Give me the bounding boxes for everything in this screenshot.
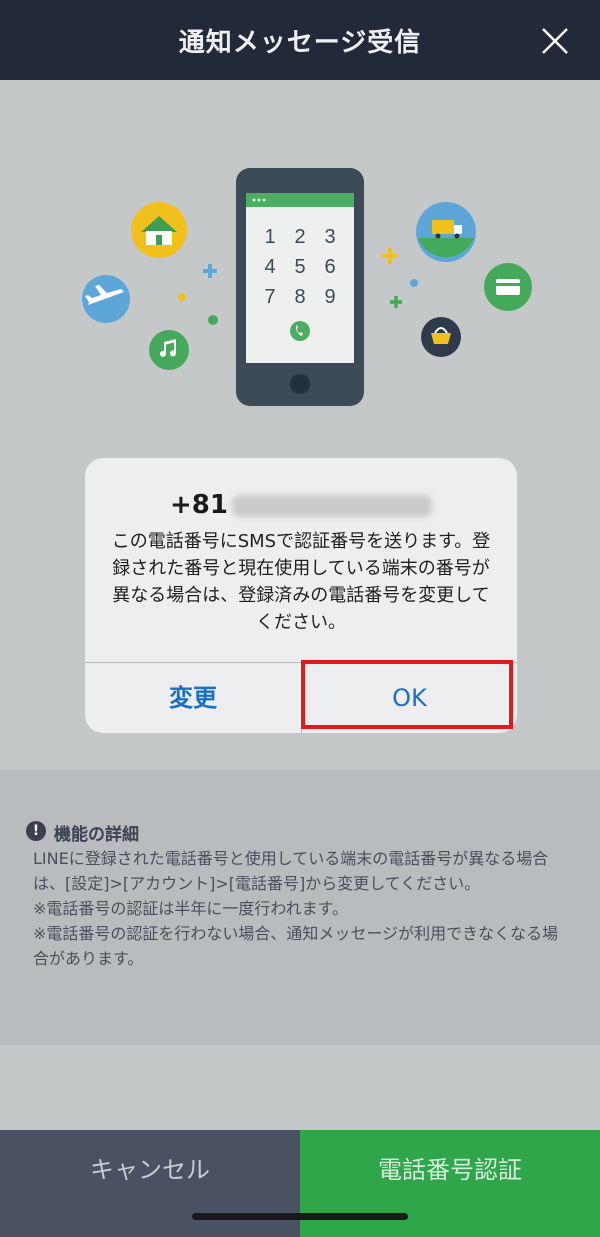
house-icon	[131, 202, 187, 258]
credit-card-icon	[484, 263, 532, 311]
keypad-key-2: 2	[294, 226, 305, 248]
close-icon[interactable]	[540, 26, 570, 56]
phone-number: +81	[85, 490, 517, 520]
details-heading-label: 機能の詳細	[54, 825, 139, 845]
music-icon	[149, 330, 189, 370]
page-title: 通知メッセージ受信	[178, 28, 422, 58]
home-indicator[interactable]	[192, 1213, 408, 1220]
details-line: ※電話番号の認証を行わない場合、通知メッセージが利用できなくなる場合があります。	[33, 924, 559, 968]
cancel-button[interactable]: キャンセル	[0, 1130, 300, 1237]
keypad-key-1: 1	[264, 226, 275, 248]
details-line: ※電話番号の認証は半年に一度行われます。	[33, 899, 349, 918]
keypad-key-5: 5	[294, 256, 305, 278]
details-body: LINEに登録された電話番号と使用している端末の電話番号が異なる場合は、[設定]…	[33, 846, 570, 971]
spacer	[0, 1045, 600, 1130]
change-button[interactable]: 変更	[85, 663, 301, 733]
call-icon	[290, 321, 310, 341]
footer-bar: キャンセル 電話番号認証	[0, 1130, 600, 1237]
keypad-key-8: 8	[294, 286, 305, 308]
info-icon: !	[26, 821, 46, 841]
keypad-key-7: 7	[264, 286, 275, 308]
keypad-key-3: 3	[324, 226, 335, 248]
airplane-icon	[82, 275, 130, 323]
header-bar: 通知メッセージ受信	[0, 0, 600, 80]
details-line: LINEに登録された電話番号と使用している端末の電話番号が異なる場合は、[設定]…	[33, 849, 549, 893]
basket-icon	[421, 317, 461, 357]
blurred-number	[231, 494, 432, 517]
phone-prefix: +81	[170, 490, 228, 520]
dialog-message: この電話番号にSMSで認証番号を送ります。登録された番号と現在使用している端末の…	[111, 531, 491, 633]
ok-highlight-box	[301, 660, 513, 729]
keypad-key-6: 6	[324, 256, 335, 278]
feature-details-panel: ! 機能の詳細 LINEに登録された電話番号と使用している端末の電話番号が異なる…	[0, 770, 600, 1045]
keypad-key-4: 4	[264, 256, 275, 278]
verify-phone-button[interactable]: 電話番号認証	[300, 1130, 600, 1237]
truck-icon	[416, 202, 476, 262]
smartphone-graphic: 1 2 3 4 5 6 7 8 9	[236, 168, 364, 406]
keypad-key-9: 9	[324, 286, 335, 308]
phone-illustration: 1 2 3 4 5 6 7 8 9	[82, 168, 532, 406]
